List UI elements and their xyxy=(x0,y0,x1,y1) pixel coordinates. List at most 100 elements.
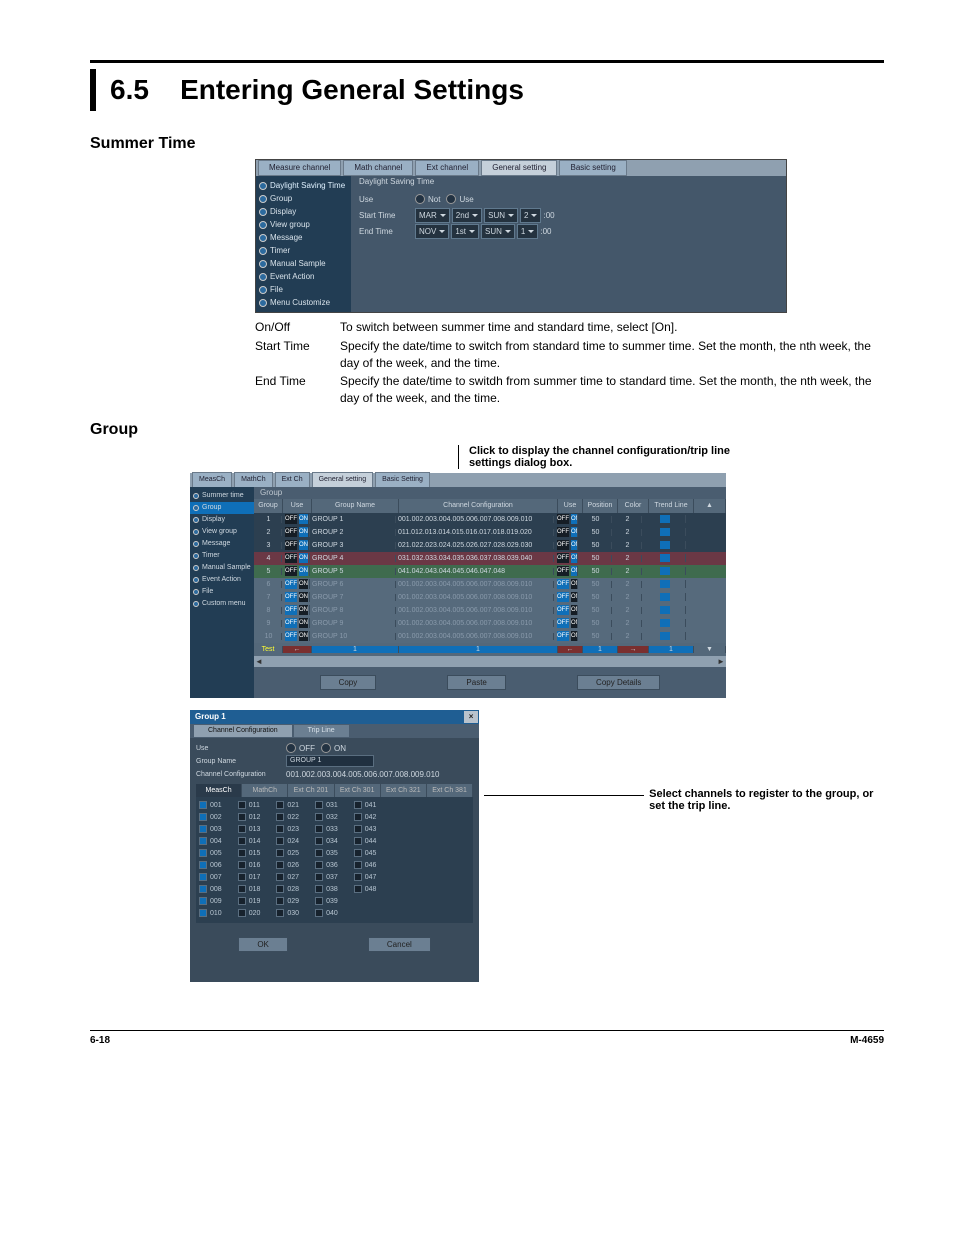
tab-measch[interactable]: MeasCh xyxy=(192,472,232,488)
scroll-right-icon[interactable]: ► xyxy=(716,657,726,666)
tab-extch[interactable]: Ext Ch xyxy=(275,472,310,488)
channel-checkbox[interactable]: 030 xyxy=(276,908,299,919)
cancel-button[interactable]: Cancel xyxy=(368,937,431,952)
side-menu-customize[interactable]: Menu Customize xyxy=(256,296,351,309)
grid-row[interactable]: 7OFFONGROUP 7001.002.003.004.005.006.007… xyxy=(254,591,726,604)
tab-ext-channel[interactable]: Ext channel xyxy=(415,160,479,176)
radio-off[interactable] xyxy=(286,743,296,753)
side-file[interactable]: File xyxy=(256,283,351,296)
channel-checkbox[interactable]: 010 xyxy=(199,908,222,919)
start-week-select[interactable]: 2nd xyxy=(452,208,482,223)
grid-row[interactable]: 1OFFONGROUP 1001.002.003.004.005.006.007… xyxy=(254,513,726,526)
paste-button[interactable]: Paste xyxy=(447,675,505,690)
group-name-input[interactable]: GROUP 1 xyxy=(286,755,374,767)
left-arrow-icon[interactable]: ← xyxy=(294,646,301,653)
tab-measure-channel[interactable]: Measure channel xyxy=(258,160,341,176)
side-event-action[interactable]: Event Action xyxy=(256,270,351,283)
end-hour-select[interactable]: 1 xyxy=(517,224,538,239)
copy-button[interactable]: Copy xyxy=(320,675,377,690)
grid-row[interactable]: 10OFFONGROUP 10001.002.003.004.005.006.0… xyxy=(254,630,726,643)
channel-checkbox[interactable]: 009 xyxy=(199,896,222,907)
channel-checkbox[interactable]: 046 xyxy=(354,860,377,871)
channel-checkbox[interactable]: 012 xyxy=(238,812,261,823)
channel-checkbox[interactable]: 023 xyxy=(276,824,299,835)
chtab-mathch[interactable]: MathCh xyxy=(242,784,288,797)
channel-checkbox[interactable]: 001 xyxy=(199,800,222,811)
channel-checkbox[interactable]: 037 xyxy=(315,872,338,883)
gs-file[interactable]: File xyxy=(190,586,254,598)
grid-row[interactable]: 2OFFONGROUP 2011.012.013.014.015.016.017… xyxy=(254,526,726,539)
channel-checkbox[interactable]: 029 xyxy=(276,896,299,907)
end-month-select[interactable]: NOV xyxy=(415,224,449,239)
channel-checkbox[interactable]: 002 xyxy=(199,812,222,823)
chtab-ext301[interactable]: Ext Ch 301 xyxy=(335,784,381,797)
tab-general-setting[interactable]: General setting xyxy=(481,160,557,176)
scroll-up-icon[interactable]: ▲ xyxy=(706,502,713,509)
copy-details-button[interactable]: Copy Details xyxy=(577,675,660,690)
tab-general-setting2[interactable]: General setting xyxy=(312,472,373,488)
channel-checkbox[interactable]: 022 xyxy=(276,812,299,823)
left-arrow-icon[interactable]: ← xyxy=(567,646,574,653)
dlg-tab-trip-line[interactable]: Trip Line xyxy=(294,725,349,737)
channel-checkbox[interactable]: 034 xyxy=(315,836,338,847)
start-month-select[interactable]: MAR xyxy=(415,208,450,223)
channel-checkbox[interactable]: 039 xyxy=(315,896,338,907)
right-arrow-icon[interactable]: → xyxy=(630,646,637,653)
channel-checkbox[interactable]: 042 xyxy=(354,812,377,823)
channel-checkbox[interactable]: 016 xyxy=(238,860,261,871)
channel-checkbox[interactable]: 044 xyxy=(354,836,377,847)
gs-custom-menu[interactable]: Custom menu xyxy=(190,598,254,610)
channel-checkbox[interactable]: 019 xyxy=(238,896,261,907)
scroll-down-icon[interactable]: ▼ xyxy=(706,646,713,653)
start-hour-select[interactable]: 2 xyxy=(520,208,541,223)
channel-checkbox[interactable]: 035 xyxy=(315,848,338,859)
channel-checkbox[interactable]: 026 xyxy=(276,860,299,871)
channel-checkbox[interactable]: 021 xyxy=(276,800,299,811)
grid-row[interactable]: 4OFFONGROUP 4031.032.033.034.035.036.037… xyxy=(254,552,726,565)
grid-row[interactable]: 3OFFONGROUP 3021.022.023.024.025.026.027… xyxy=(254,539,726,552)
grid-row[interactable]: 9OFFONGROUP 9001.002.003.004.005.006.007… xyxy=(254,617,726,630)
radio-not[interactable] xyxy=(415,194,425,204)
channel-checkbox[interactable]: 033 xyxy=(315,824,338,835)
gs-timer[interactable]: Timer xyxy=(190,550,254,562)
tab-basic-setting2[interactable]: Basic Setting xyxy=(375,472,430,488)
channel-checkbox[interactable]: 020 xyxy=(238,908,261,919)
channel-checkbox[interactable]: 032 xyxy=(315,812,338,823)
scroll-left-icon[interactable]: ◄ xyxy=(254,657,264,666)
start-day-select[interactable]: SUN xyxy=(484,208,518,223)
channel-checkbox[interactable]: 025 xyxy=(276,848,299,859)
channel-checkbox[interactable]: 006 xyxy=(199,860,222,871)
radio-use[interactable] xyxy=(446,194,456,204)
channel-checkbox[interactable]: 048 xyxy=(354,884,377,895)
channel-checkbox[interactable]: 027 xyxy=(276,872,299,883)
gs-event-action[interactable]: Event Action xyxy=(190,574,254,586)
channel-checkbox[interactable]: 003 xyxy=(199,824,222,835)
channel-checkbox[interactable]: 015 xyxy=(238,848,261,859)
ok-button[interactable]: OK xyxy=(238,937,288,952)
grid-row[interactable]: 8OFFONGROUP 8001.002.003.004.005.006.007… xyxy=(254,604,726,617)
channel-checkbox[interactable]: 047 xyxy=(354,872,377,883)
channel-checkbox[interactable]: 014 xyxy=(238,836,261,847)
channel-checkbox[interactable]: 008 xyxy=(199,884,222,895)
gs-group[interactable]: Group xyxy=(190,502,254,514)
channel-checkbox[interactable]: 013 xyxy=(238,824,261,835)
side-daylight-saving-time[interactable]: Daylight Saving Time xyxy=(256,179,351,192)
chtab-measch[interactable]: MeasCh xyxy=(196,784,242,797)
channel-checkbox[interactable]: 041 xyxy=(354,800,377,811)
channel-checkbox[interactable]: 038 xyxy=(315,884,338,895)
gs-view-group[interactable]: View group xyxy=(190,526,254,538)
grid-row[interactable]: 5OFFONGROUP 5041.042.043.044.045.046.047… xyxy=(254,565,726,578)
channel-checkbox[interactable]: 005 xyxy=(199,848,222,859)
chtab-ext201[interactable]: Ext Ch 201 xyxy=(288,784,334,797)
channel-checkbox[interactable]: 045 xyxy=(354,848,377,859)
channel-checkbox[interactable]: 040 xyxy=(315,908,338,919)
gs-manual-sample[interactable]: Manual Sample xyxy=(190,562,254,574)
side-manual-sample[interactable]: Manual Sample xyxy=(256,257,351,270)
channel-checkbox[interactable]: 011 xyxy=(238,800,261,811)
side-view-group[interactable]: View group xyxy=(256,218,351,231)
tab-basic-setting[interactable]: Basic setting xyxy=(559,160,626,176)
tab-math-channel[interactable]: Math channel xyxy=(343,160,413,176)
channel-checkbox[interactable]: 043 xyxy=(354,824,377,835)
channel-checkbox[interactable]: 018 xyxy=(238,884,261,895)
tab-mathch[interactable]: MathCh xyxy=(234,472,273,488)
